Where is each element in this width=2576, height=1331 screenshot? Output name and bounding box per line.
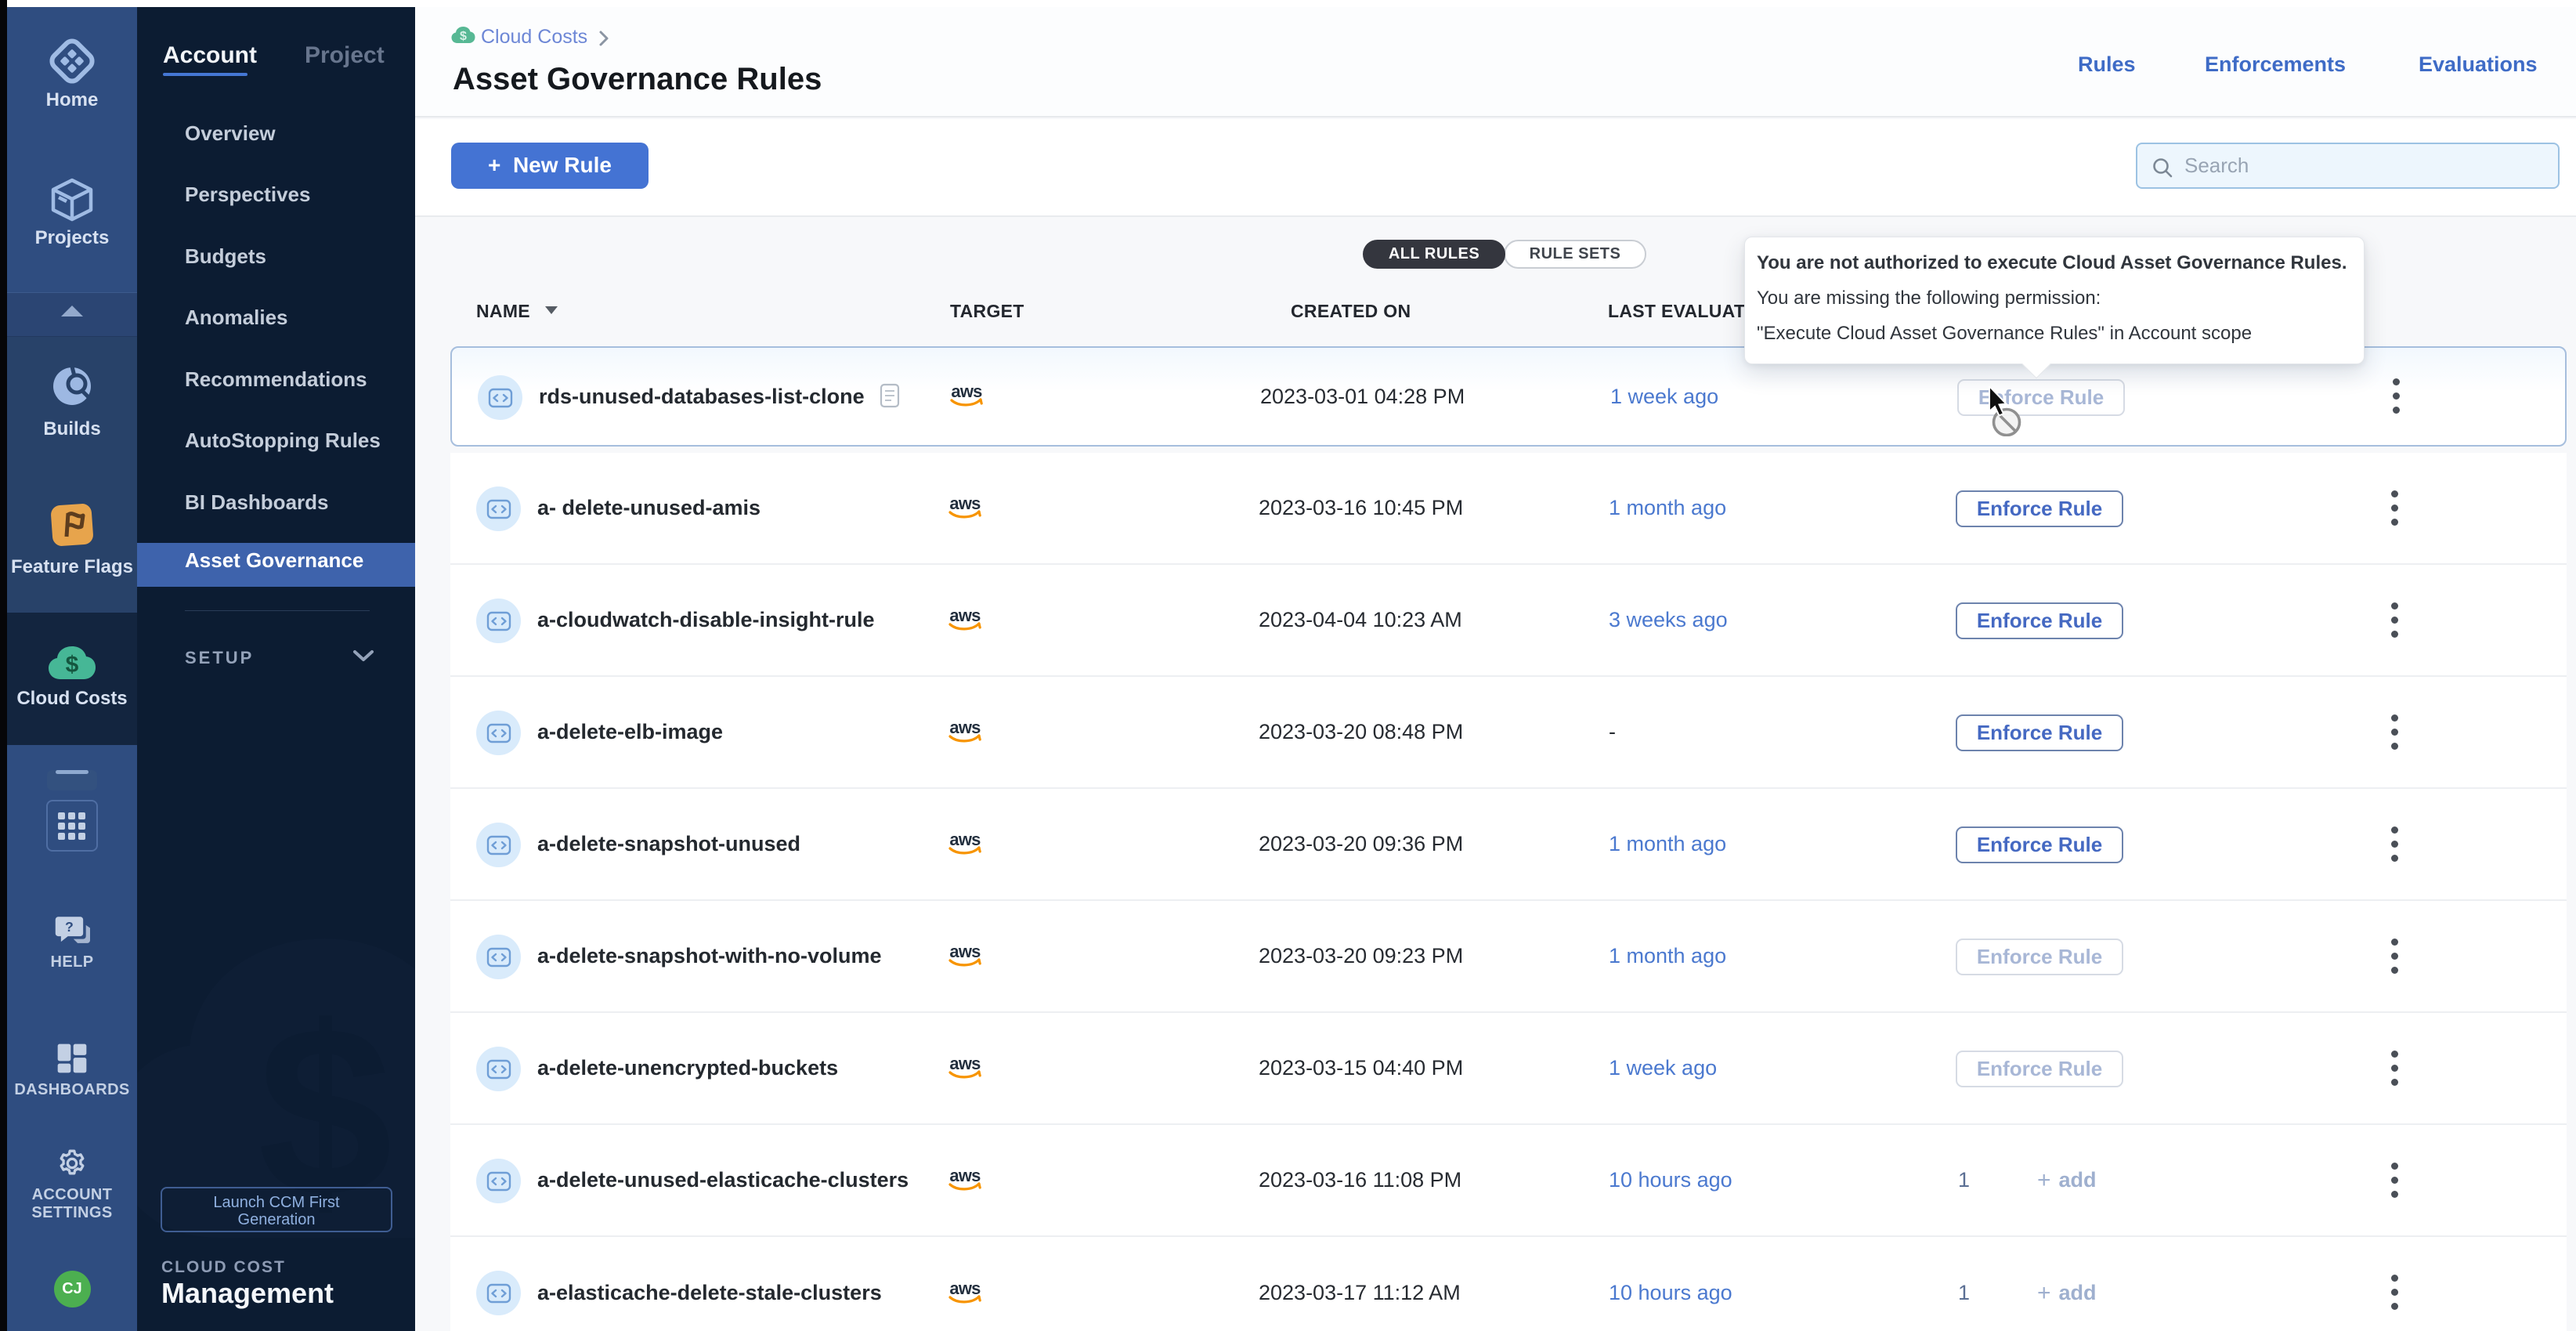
svg-text:aws: aws bbox=[951, 382, 982, 401]
svg-text:aws: aws bbox=[949, 606, 981, 625]
svg-text:aws: aws bbox=[949, 830, 981, 849]
svg-text:aws: aws bbox=[949, 718, 981, 737]
svg-text:?: ? bbox=[65, 919, 74, 935]
svg-text:aws: aws bbox=[949, 1054, 981, 1073]
svg-text:$: $ bbox=[66, 652, 79, 678]
svg-text:aws: aws bbox=[949, 1166, 981, 1185]
svg-text:$: $ bbox=[460, 30, 467, 43]
svg-text:aws: aws bbox=[949, 1279, 981, 1298]
svg-text:aws: aws bbox=[949, 942, 981, 961]
svg-text:aws: aws bbox=[949, 494, 981, 513]
